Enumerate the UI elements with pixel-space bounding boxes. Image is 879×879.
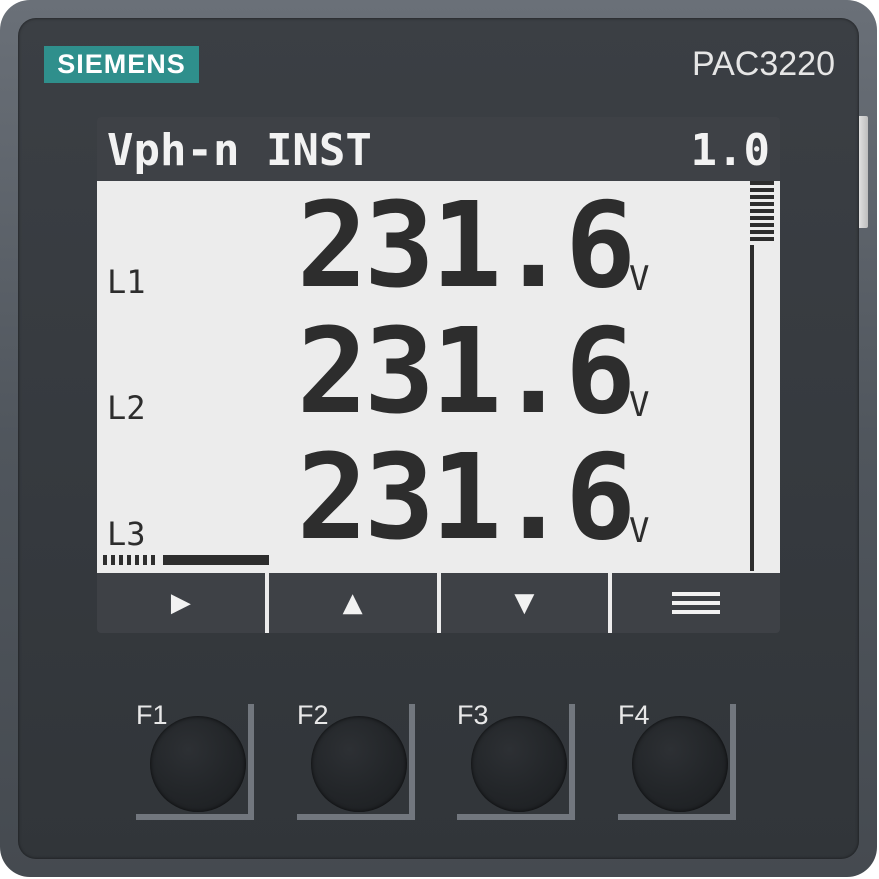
page-indicator xyxy=(103,555,269,565)
display-scrollbar xyxy=(750,181,774,573)
page-indicator-bar xyxy=(163,555,269,565)
measurement-row-l2: L2 231.6 V xyxy=(97,311,747,431)
f2-button[interactable]: F2 xyxy=(297,700,421,822)
softkey-4 xyxy=(608,573,780,633)
f4-label: F4 xyxy=(618,700,650,730)
f1-label: F1 xyxy=(136,700,168,730)
f3-label: F3 xyxy=(457,700,489,730)
brand-logo: SIEMENS xyxy=(44,46,199,83)
measurement-area: L1 231.6 V L2 231.6 V L3 231.6 V xyxy=(97,181,780,573)
arrow-up-icon: ▲ xyxy=(342,588,363,618)
phase-label: L2 xyxy=(107,389,146,427)
unit-label: V xyxy=(629,511,650,551)
softkey-3: ▼ xyxy=(436,573,609,633)
button-knob[interactable] xyxy=(471,716,567,812)
unit-label: V xyxy=(629,385,650,425)
display-title: Vph-n INST xyxy=(107,125,372,176)
f1-button[interactable]: F1 xyxy=(136,700,260,822)
lcd-display: Vph-n INST 1.0 L1 231.6 V L2 231.6 V L3 … xyxy=(97,117,780,633)
f4-button[interactable]: F4 xyxy=(618,700,742,822)
scroll-track xyxy=(750,245,774,571)
button-knob[interactable] xyxy=(311,716,407,812)
scroll-thumb xyxy=(750,181,774,241)
model-label: PAC3220 xyxy=(691,45,835,83)
voltage-value: 231.6 xyxy=(296,428,636,566)
softkey-2: ▲ xyxy=(264,573,437,633)
measurement-row-l1: L1 231.6 V xyxy=(97,185,747,305)
measurement-row-l3: L3 231.6 V xyxy=(97,437,747,557)
display-page-number: 1.0 xyxy=(690,125,770,176)
button-knob[interactable] xyxy=(150,716,246,812)
voltage-value: 231.6 xyxy=(296,302,636,440)
f2-label: F2 xyxy=(297,700,329,730)
menu-icon xyxy=(672,592,721,614)
voltage-value: 231.6 xyxy=(296,176,636,314)
f3-button[interactable]: F3 xyxy=(457,700,581,822)
unit-label: V xyxy=(629,259,650,299)
play-right-icon: ▶ xyxy=(170,588,191,618)
page-indicator-ticks xyxy=(103,555,159,565)
function-keys: F1 F2 F3 F4 xyxy=(0,700,879,830)
phase-label: L3 xyxy=(107,515,146,553)
softkey-bar: ▶ ▲ ▼ xyxy=(97,573,780,633)
softkey-1: ▶ xyxy=(97,573,265,633)
phase-label: L1 xyxy=(107,263,146,301)
arrow-down-icon: ▼ xyxy=(514,588,535,618)
button-knob[interactable] xyxy=(632,716,728,812)
